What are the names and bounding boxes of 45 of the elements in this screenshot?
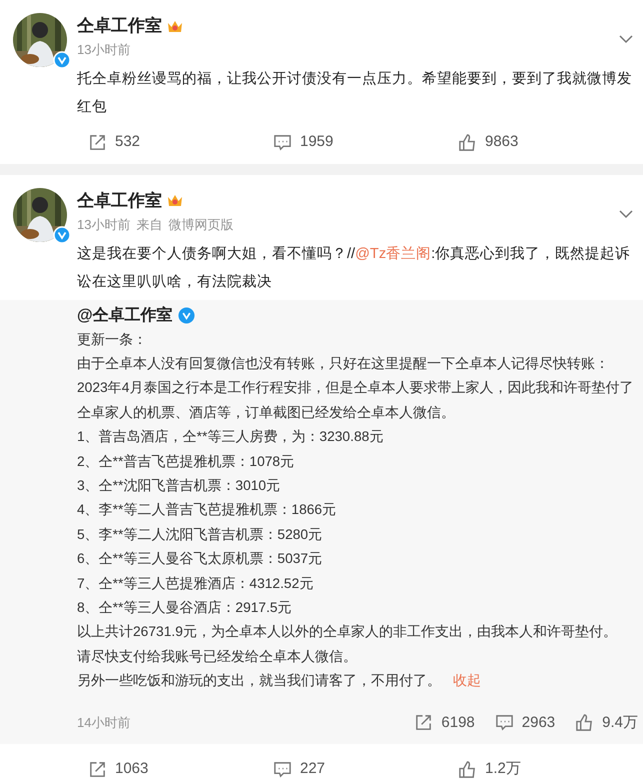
verified-badge-icon	[53, 51, 71, 69]
crown-badge-icon	[167, 193, 183, 208]
chevron-down-icon[interactable]	[619, 35, 633, 44]
action-count[interactable]: 2963	[522, 712, 556, 734]
quoted-text: 5、李**等二人沈阳飞普吉机票：5280元	[77, 526, 324, 544]
action-count[interactable]: 532	[115, 131, 140, 154]
author-name[interactable]: @仝卓工作室	[77, 304, 173, 328]
quoted-text: 以上共计26731.9元，为仝卓本人以外的仝卓家人的非工作支出，由我本人和许哥垫付。	[77, 623, 618, 642]
post-text: 这是我在要个人债务啊大姐，看不懂吗？//@Tz香兰阁:你真恶心到我了，既然提起诉讼在这里叭叭啥，有法院裁决	[77, 244, 632, 292]
quoted-text: 3、仝**沈阳飞普吉机票：3010元	[77, 476, 282, 495]
quoted-text: 4、李**等二人普吉飞芭提雅机票：1866元	[77, 501, 338, 520]
author-name[interactable]: 仝卓工作室	[77, 15, 162, 37]
author-name[interactable]: 仝卓工作室	[77, 190, 162, 212]
thumbs-up-icon[interactable]	[458, 132, 477, 152]
action-count[interactable]: 1959	[300, 131, 334, 154]
action-count[interactable]: 1.2万	[485, 758, 521, 781]
quoted-text: 1、普吉岛酒店，仝**等三人房费，为：3230.88元	[77, 428, 384, 446]
quoted-text: 6、仝**等三人曼谷飞太原机票：5037元	[77, 550, 324, 568]
comment-icon[interactable]	[273, 760, 292, 779]
action-count[interactable]: 227	[300, 758, 326, 781]
action-count[interactable]: 1063	[115, 758, 148, 781]
action-count[interactable]: 9863	[485, 131, 518, 154]
quoted-text: 2、仝**普吉飞芭提雅机票：1078元	[77, 452, 296, 471]
chevron-down-icon[interactable]	[619, 210, 633, 218]
source-label: 来自	[136, 216, 162, 232]
action-count[interactable]: 9.4万	[602, 712, 638, 734]
thumbs-up-icon[interactable]	[458, 760, 477, 779]
share-icon[interactable]	[88, 760, 107, 779]
verified-badge-icon	[53, 226, 71, 244]
share-icon[interactable]	[414, 713, 434, 732]
quoted-text: 7、仝**等三人芭提雅酒店：4312.52元	[77, 574, 314, 593]
comment-icon[interactable]	[494, 713, 514, 732]
quoted-text: 另外一些吃饭和游玩的支出，就当我们请客了，不用付了。 收起	[77, 672, 482, 690]
share-icon[interactable]	[88, 132, 107, 152]
quoted-text: 8、仝**等三人曼谷酒店：2917.5元	[77, 598, 293, 617]
action-count[interactable]: 6198	[441, 712, 475, 734]
quoted-text: 更新一条：	[77, 330, 148, 348]
thumbs-up-icon[interactable]	[575, 713, 594, 732]
verified-badge-icon	[178, 307, 195, 324]
post-text: 托仝卓粉丝谩骂的福，让我公开讨债没有一点压力。希望能要到，要到了我就微博发红包	[77, 70, 633, 117]
crown-badge-icon	[167, 18, 183, 34]
quoted-text: 2023年4月泰国之行本是工作行程安排，但是仝卓本人要求带上家人，因此我和许哥垫付了仝卓家人的机票、酒店等，订单截图已经发给仝卓本人微信。	[77, 379, 634, 422]
quoted-text: 请尽快支付给我账号已经发给仝卓本人微信。	[77, 648, 358, 666]
comment-icon[interactable]	[273, 132, 292, 152]
quoted-text: 由于仝卓本人没有回复微信也没有转账，只好在这里提醒一下仝卓本人记得尽快转账：	[77, 354, 610, 373]
